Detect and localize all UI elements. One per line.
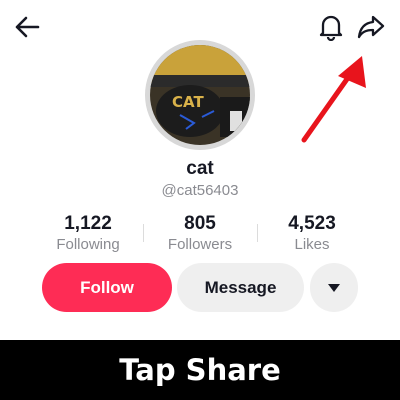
username: @cat56403 [161, 182, 239, 199]
bell-icon [319, 15, 343, 41]
stat-followers-value: 805 [184, 213, 216, 234]
stat-following-label: Following [56, 236, 120, 253]
follow-button[interactable]: Follow [42, 263, 172, 312]
share-arrow-icon [357, 15, 385, 39]
instruction-caption-bar: Tap Share [0, 340, 400, 400]
stat-followers-label: Followers [167, 236, 233, 253]
stat-following[interactable]: 1,122 Following [28, 212, 148, 254]
triangle-down-icon [328, 283, 340, 292]
profile-avatar[interactable]: CAT [145, 40, 255, 150]
message-button[interactable]: Message [177, 263, 304, 312]
instruction-caption: Tap Share [119, 353, 281, 387]
avatar-image: CAT [150, 45, 250, 145]
share-button[interactable] [354, 10, 388, 44]
more-options-button[interactable] [310, 263, 358, 312]
display-name: cat [186, 158, 214, 179]
back-button[interactable] [10, 10, 44, 44]
stat-following-value: 1,122 [64, 213, 112, 234]
stat-followers[interactable]: 805 Followers [140, 212, 260, 254]
arrow-left-icon [15, 16, 40, 38]
notification-bell-button[interactable] [316, 10, 346, 44]
annotation-arrow [301, 56, 366, 143]
avatar-logo-text: CAT [172, 93, 204, 111]
stat-likes: 4,523 Likes [252, 212, 372, 254]
stat-likes-label: Likes [294, 236, 330, 253]
stat-likes-value: 4,523 [288, 213, 336, 234]
